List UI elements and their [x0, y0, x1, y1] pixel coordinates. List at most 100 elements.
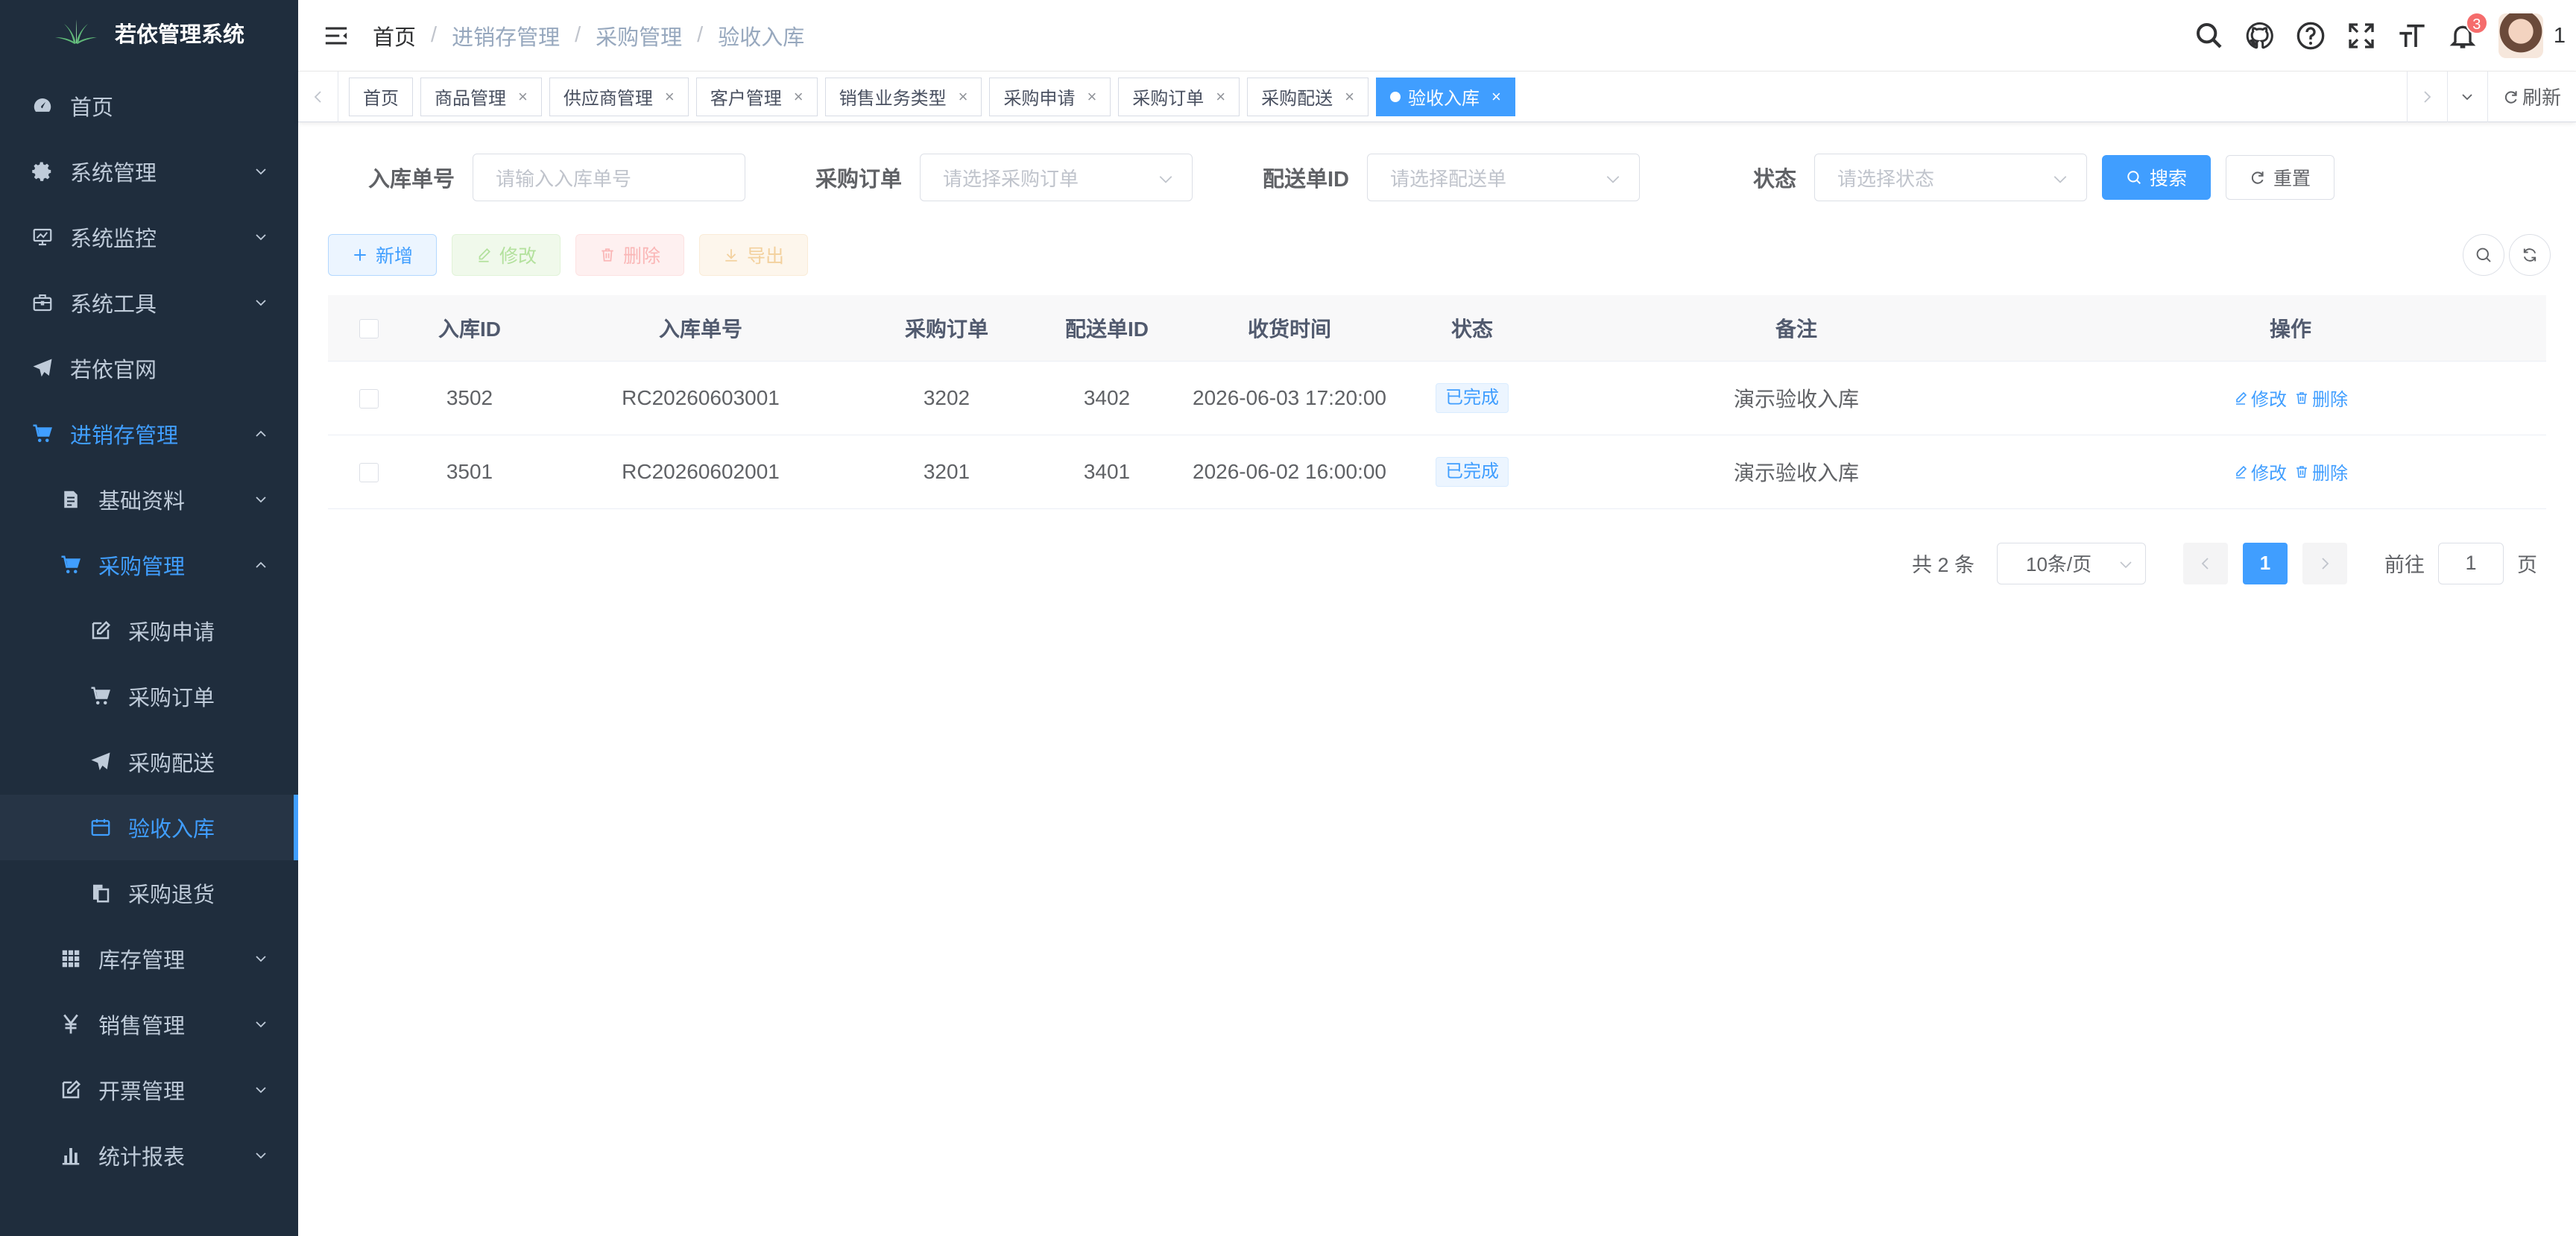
row-delete-button[interactable]: 删除: [2294, 385, 2348, 411]
sidebar-item-tools[interactable]: 系统工具: [0, 270, 298, 335]
refresh-icon: [2504, 90, 2517, 104]
reset-button-label: 重置: [2273, 168, 2311, 189]
notification-badge: 3: [2465, 12, 2488, 34]
help-icon[interactable]: [2296, 21, 2326, 51]
tags-scroll-right[interactable]: [2406, 71, 2447, 122]
close-icon[interactable]: ×: [1216, 87, 1225, 107]
select-all-checkbox[interactable]: [359, 319, 379, 339]
sidebar-item-purchase-delivery[interactable]: 采购配送: [0, 729, 298, 795]
tag-receipt[interactable]: 验收入库 ×: [1376, 77, 1515, 116]
sidebar-item-purchase-return[interactable]: 采购退货: [0, 860, 298, 926]
edit-button[interactable]: 修改: [452, 234, 561, 276]
delivery-placeholder: 请选择配送单: [1390, 167, 1507, 190]
row-delete-button[interactable]: 删除: [2294, 458, 2348, 485]
cell-receive-time: 2026-06-02 16:00:00: [1193, 435, 1386, 509]
status-field: 状态 请选择状态: [1640, 154, 2087, 201]
fullscreen-icon[interactable]: [2346, 21, 2376, 51]
page-number-current[interactable]: 1: [2243, 542, 2288, 584]
table-refresh-button[interactable]: [2509, 234, 2551, 276]
app-title: 若依管理系统: [114, 23, 244, 47]
row-edit-button[interactable]: 修改: [2233, 385, 2287, 411]
tag-sales-type[interactable]: 销售业务类型 ×: [824, 77, 982, 116]
sidebar-item-label: 进销存管理: [70, 424, 179, 448]
export-button[interactable]: 导出: [699, 234, 808, 276]
column-header: 操作: [2035, 295, 2546, 362]
sidebar-item-invoice[interactable]: 开票管理: [0, 1057, 298, 1123]
delivery-select[interactable]: 请选择配送单: [1367, 154, 1640, 201]
sidebar-item-receipt[interactable]: 验收入库: [0, 795, 298, 860]
sidebar-item-basic-data[interactable]: 基础资料: [0, 467, 298, 532]
add-button[interactable]: 新增: [328, 234, 437, 276]
shopping-cart-icon: [58, 552, 83, 578]
chevron-left-icon: [314, 90, 321, 103]
avatar[interactable]: [2498, 13, 2543, 58]
goto-page-input[interactable]: 1: [2438, 542, 2504, 584]
tag-goods[interactable]: 商品管理 ×: [420, 77, 542, 116]
sidebar-item-sales[interactable]: 销售管理: [0, 991, 298, 1057]
tag-customer[interactable]: 客户管理 ×: [695, 77, 818, 116]
tag-home[interactable]: 首页: [349, 77, 413, 116]
tag-purchase-request[interactable]: 采购申请 ×: [989, 77, 1111, 116]
column-header: 配送单ID: [1021, 295, 1193, 362]
row-checkbox[interactable]: [359, 463, 379, 483]
sidebar-item-reports[interactable]: 统计报表: [0, 1123, 298, 1188]
close-icon[interactable]: ×: [1491, 87, 1501, 107]
refresh-button[interactable]: 刷新: [2487, 71, 2576, 122]
sidebar-item-purchase-order[interactable]: 采购订单: [0, 663, 298, 729]
close-icon[interactable]: ×: [1345, 87, 1354, 107]
tag-label: 商品管理: [435, 89, 506, 109]
delivery-label: 配送单ID: [1262, 168, 1349, 192]
font-size-icon[interactable]: [2397, 21, 2427, 51]
status-label: 状态: [1752, 168, 1796, 192]
logo[interactable]: 若依管理系统: [0, 0, 298, 66]
close-icon[interactable]: ×: [1087, 87, 1096, 107]
toggle-search-button[interactable]: [2463, 234, 2504, 276]
receipt-no-input[interactable]: 请输入入库单号: [473, 154, 745, 201]
user-name[interactable]: 1: [2554, 24, 2566, 48]
sidebar-item-home[interactable]: 首页: [0, 73, 298, 139]
tags-scroll-left[interactable]: [298, 71, 338, 122]
row-checkbox[interactable]: [359, 389, 379, 409]
delete-button[interactable]: 删除: [575, 234, 684, 276]
sidebar-item-inventory[interactable]: 进销存管理: [0, 401, 298, 467]
po-placeholder: 请选择采购订单: [943, 167, 1079, 190]
chevron-right-icon: [2322, 557, 2329, 570]
github-icon[interactable]: [2245, 21, 2275, 51]
close-icon[interactable]: ×: [794, 87, 804, 107]
tag-supplier[interactable]: 供应商管理 ×: [549, 77, 689, 116]
tag-purchase-order[interactable]: 采购订单 ×: [1118, 77, 1240, 116]
sidebar-item-official-site[interactable]: 若依官网: [0, 335, 298, 401]
reset-button[interactable]: 重置: [2226, 155, 2334, 200]
page-size-select[interactable]: 10条/页: [1997, 542, 2146, 584]
logo-icon: [54, 19, 97, 44]
copy-icon: [88, 880, 113, 906]
bell-icon[interactable]: 3: [2448, 12, 2488, 51]
row-select-cell: [328, 435, 410, 509]
tag-label: 采购订单: [1132, 89, 1205, 109]
prev-page-button[interactable]: [2183, 542, 2228, 584]
table-row[interactable]: 3501 RC20260602001 3201 3401 2026-06-02 …: [328, 435, 2546, 509]
search-icon[interactable]: [2194, 21, 2224, 51]
close-icon[interactable]: ×: [518, 87, 528, 107]
table-row[interactable]: 3502 RC20260603001 3202 3402 2026-06-03 …: [328, 361, 2546, 435]
tag-purchase-delivery[interactable]: 采购配送 ×: [1247, 77, 1369, 116]
search-button[interactable]: 搜索: [2102, 155, 2211, 200]
tags-dropdown[interactable]: [2446, 71, 2487, 122]
breadcrumb-item[interactable]: 首页: [373, 20, 416, 51]
row-edit-button[interactable]: 修改: [2233, 458, 2287, 485]
status-select[interactable]: 请选择状态: [1814, 154, 2087, 201]
receipt-no-field: 入库单号 请输入入库单号: [328, 154, 745, 201]
sidebar-item-purchase[interactable]: 采购管理: [0, 532, 298, 598]
sidebar-item-system[interactable]: 系统管理: [0, 139, 298, 204]
close-icon[interactable]: ×: [665, 87, 675, 107]
download-icon: [725, 249, 737, 262]
po-select[interactable]: 请选择采购订单: [920, 154, 1193, 201]
sidebar-item-monitor[interactable]: 系统监控: [0, 204, 298, 270]
sidebar-item-stock[interactable]: 库存管理: [0, 926, 298, 991]
close-icon[interactable]: ×: [959, 87, 968, 107]
sidebar-item-purchase-request[interactable]: 采购申请: [0, 598, 298, 663]
receipt-no-label: 入库单号: [367, 168, 455, 192]
hamburger-icon[interactable]: [323, 23, 349, 48]
next-page-button[interactable]: [2302, 542, 2347, 584]
calendar-icon: [88, 815, 113, 840]
